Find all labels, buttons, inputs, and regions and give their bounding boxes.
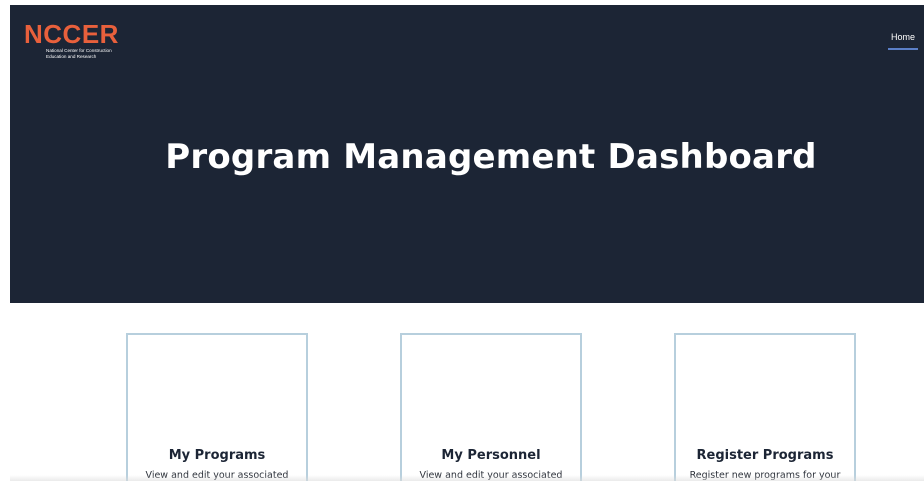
card-title: My Programs (168, 448, 266, 463)
page-frame: NCCER National Center for Construction E… (10, 5, 924, 481)
card-my-programs[interactable]: My Programs View and edit your associate… (126, 333, 308, 481)
card-my-personnel[interactable]: My Personnel View and edit your associat… (400, 333, 582, 481)
logo-wordmark: NCCER (24, 19, 119, 49)
logo-tagline-line2: Education and Research (46, 53, 97, 59)
nav-home-link[interactable]: Home (888, 32, 918, 42)
scroll-fade (10, 475, 924, 481)
page-title: Program Management Dashboard (165, 137, 817, 177)
hero-banner: NCCER National Center for Construction E… (10, 5, 924, 303)
ncccer-logo[interactable]: NCCER National Center for Construction E… (24, 21, 124, 63)
card-register-programs[interactable]: Register Programs Register new programs … (674, 333, 856, 481)
nav-active-indicator (888, 48, 918, 50)
logo-tagline: National Center for Construction Educati… (46, 48, 126, 59)
card-title: Register Programs (696, 448, 834, 463)
card-title: My Personnel (441, 448, 541, 463)
